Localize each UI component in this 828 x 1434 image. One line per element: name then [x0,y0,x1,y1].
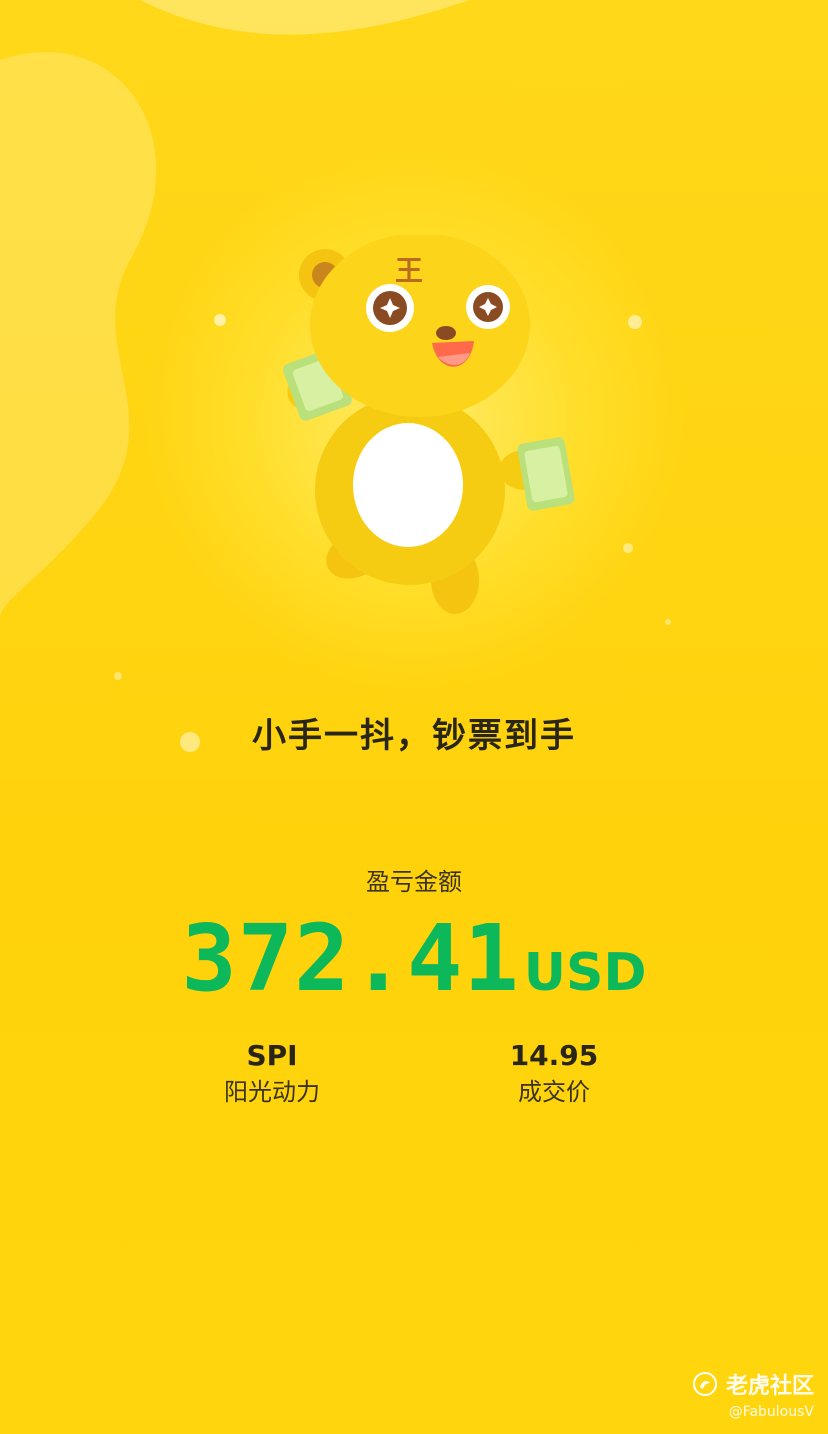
watermark-brand: 老虎社区 [725,1374,814,1399]
slogan-text: 小手一抖，钞票到手 [252,716,576,756]
tiger-mascot-holding-cash-icon: 王 [283,235,575,614]
watermark-handle: @FabulousV [728,1404,814,1420]
stock-symbol: SPI [246,1039,298,1072]
profit-loss-amount: 372.41USD [0,905,828,1012]
profit-loss-label: 盈亏金额 [366,868,462,896]
stock-info: SPI 阳光动力 [172,1038,372,1110]
tiger-community-logo-icon [692,1372,717,1396]
community-watermark: 老虎社区 @FabulousV [692,1368,814,1420]
profit-loss-currency: USD [523,943,647,1003]
profit-loss-value: 372.41 [181,905,520,1012]
trade-price-value: 14.95 [509,1039,599,1072]
stock-name: 阳光动力 [224,1078,320,1106]
svg-text:王: 王 [395,254,423,287]
trade-price-info: 14.95 成交价 [454,1038,654,1110]
trade-price-label: 成交价 [518,1078,590,1106]
share-card-screen: 王 小手一抖，钞票到手 盈亏金额 372.41USD SPI 阳光动力 14.9… [0,0,828,1434]
